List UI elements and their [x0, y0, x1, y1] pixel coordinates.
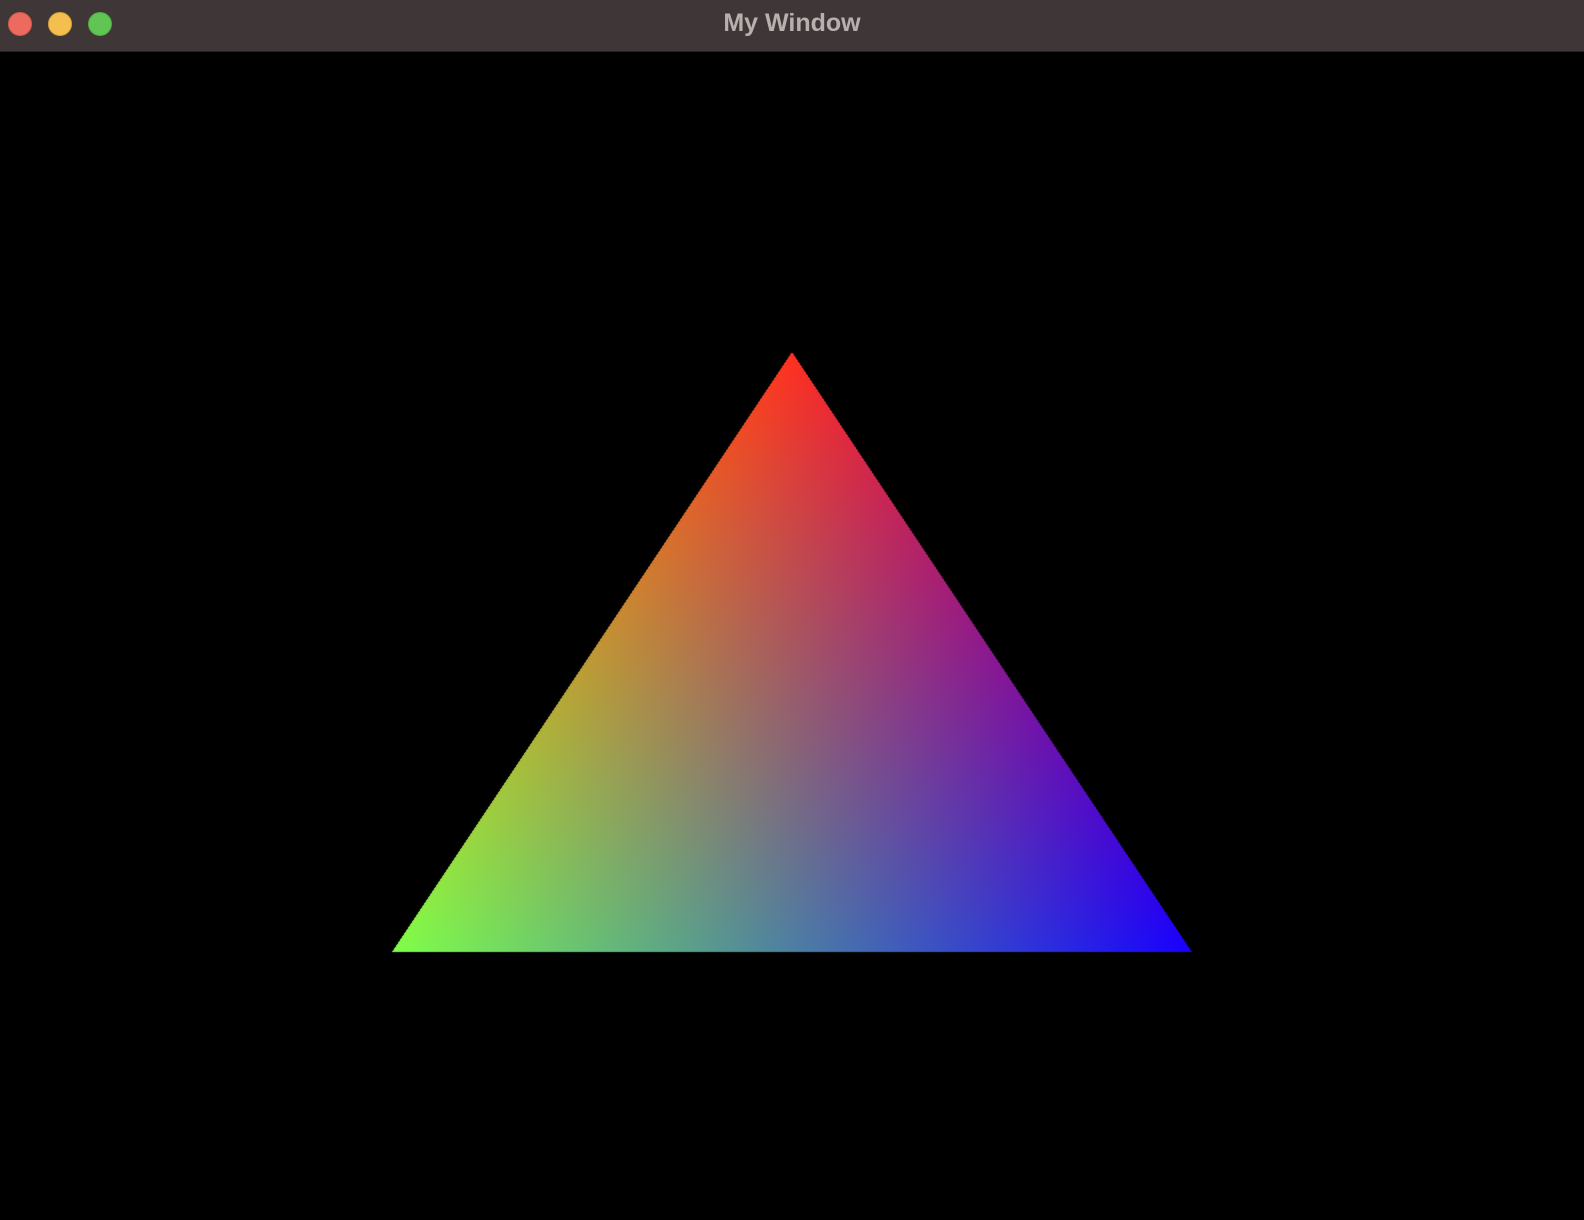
window-title: My Window: [723, 9, 861, 37]
title-bar[interactable]: My Window: [0, 0, 1584, 52]
gradient-triangle: [0, 52, 1584, 1220]
app-window: My Window: [0, 0, 1584, 1220]
render-viewport[interactable]: [0, 52, 1584, 1220]
